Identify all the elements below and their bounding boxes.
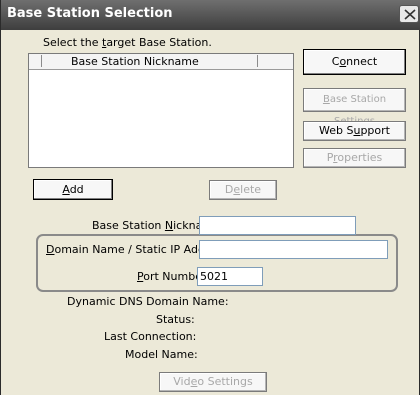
port-number-input[interactable] [197,267,263,286]
base-station-settings-button[interactable]: Base Station Settings [303,88,406,127]
title-bar[interactable]: Base Station Selection [1,0,420,30]
web-support-button[interactable]: Web Support [303,121,406,141]
base-station-list[interactable]: Base Station Nickname [28,53,294,168]
instruction-label: Select the target Base Station. [43,36,212,49]
model-name-label: Model Name: [125,348,198,361]
column-divider [257,55,258,67]
dialog-window: Base Station Selection Select the target… [0,0,420,395]
video-settings-button[interactable]: Video Settings [159,372,267,392]
nickname-input[interactable] [199,216,356,235]
column-header-nickname[interactable]: Base Station Nickname [71,55,199,68]
list-header: Base Station Nickname [29,54,293,70]
column-divider [41,55,42,67]
status-label: Status: [156,313,195,326]
properties-button[interactable]: Properties [303,148,406,168]
delete-button[interactable]: Delete [209,180,277,200]
window-title: Base Station Selection [7,6,173,21]
ddns-domain-label: Dynamic DNS Domain Name: [67,295,229,308]
close-icon [404,9,416,20]
add-button[interactable]: Add [33,179,113,200]
close-button[interactable] [399,5,419,23]
domain-ip-input[interactable] [199,240,388,259]
last-connection-label: Last Connection: [104,330,197,343]
connect-button[interactable]: Connect [303,49,406,75]
